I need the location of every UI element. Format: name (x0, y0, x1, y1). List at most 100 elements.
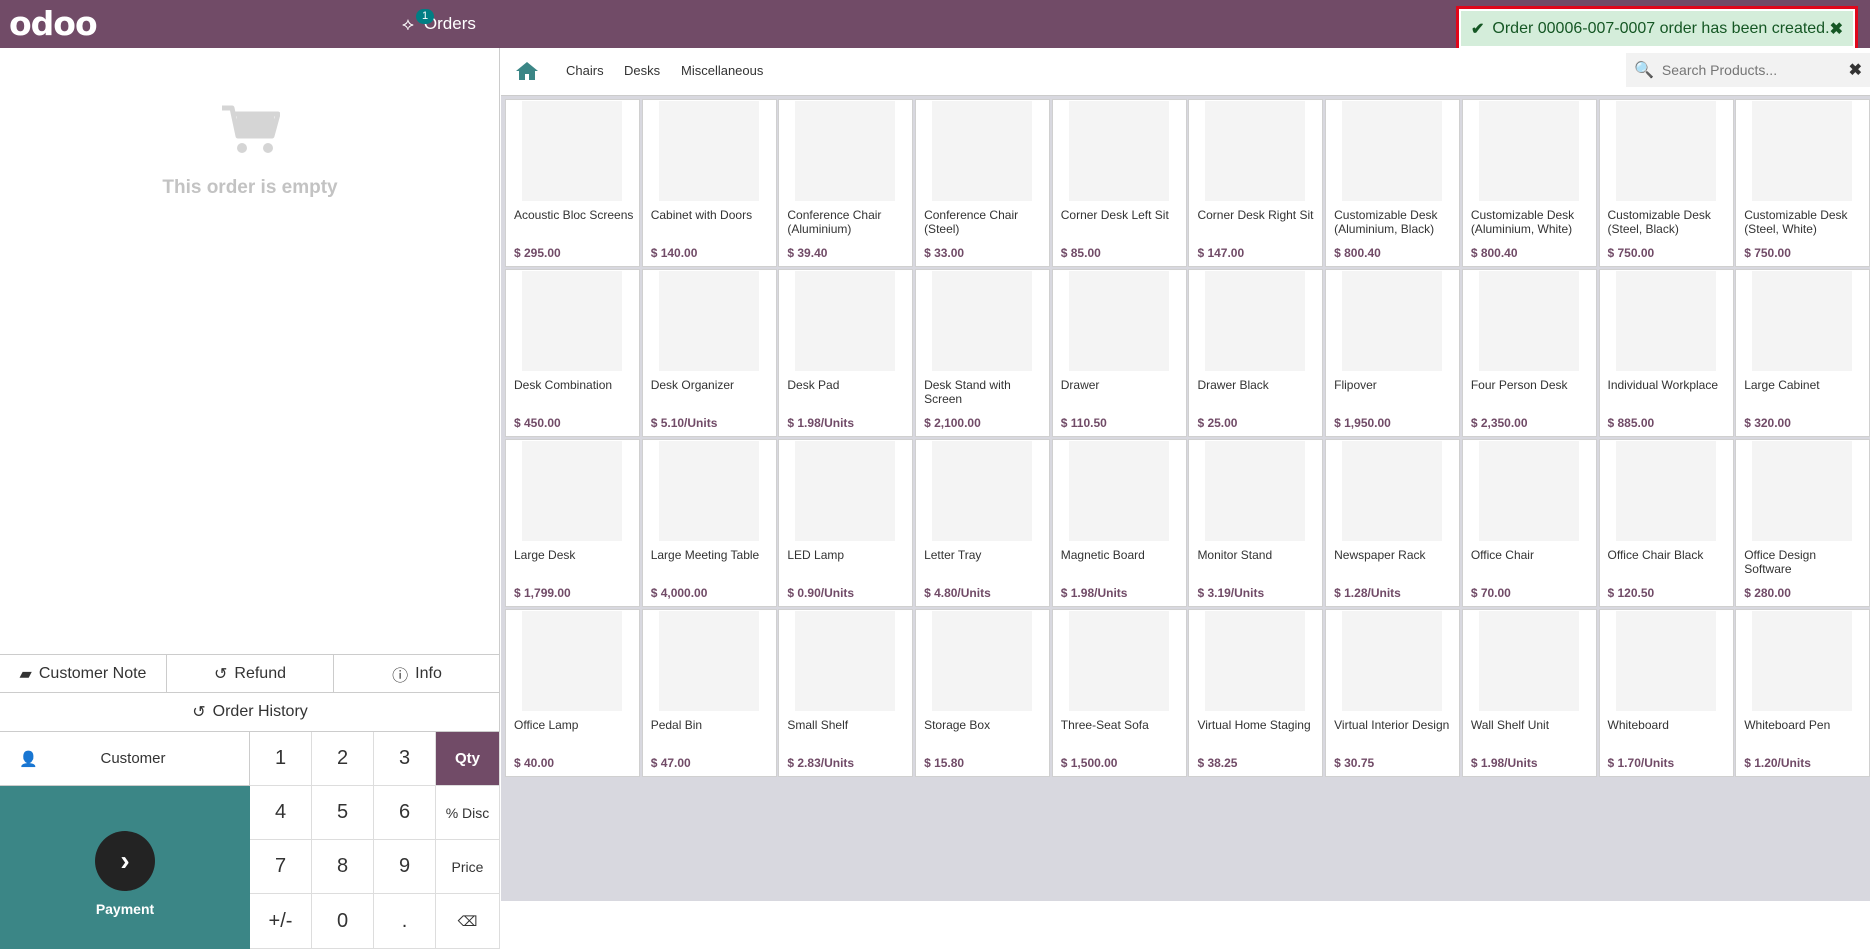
product-card[interactable]: Office Design Software $ 280.00 (1735, 439, 1870, 607)
product-price: $ 15.80 (924, 756, 965, 770)
product-card[interactable]: Flipover $ 1,950.00 (1325, 269, 1461, 437)
product-card[interactable]: Customizable Desk (Aluminium, White) $ 80… (1461, 99, 1597, 267)
info-button[interactable]: ⓘ Info (334, 655, 500, 692)
orders-button[interactable]: ⟡ 1 Orders (402, 8, 476, 40)
product-name: Magnetic Board (1060, 548, 1145, 562)
product-name: Virtual Home Staging (1197, 718, 1311, 732)
product-name: Desk Pad (787, 378, 840, 392)
numpad-key[interactable]: Qty (436, 732, 500, 786)
product-card[interactable]: Customizable Desk (Aluminium, Black) $ 80… (1325, 99, 1461, 267)
search-input[interactable] (1661, 62, 1822, 78)
product-card[interactable]: Desk Combination $ 450.00 (505, 269, 640, 437)
customer-note-button[interactable]: ▰ Customer Note (0, 655, 167, 692)
product-card[interactable]: Large Cabinet $ 320.00 (1735, 269, 1870, 437)
refund-button[interactable]: ↺ Refund (167, 655, 334, 692)
payment-label: Payment (95, 900, 155, 917)
numpad-area: 👤 Customer › Payment 1 2 3 Qty 4 5 6% Disc 7 8 9 P… (0, 732, 500, 949)
product-card[interactable]: Customizable Desk (Steel, White) $ 750.00 (1735, 99, 1870, 267)
product-card[interactable]: Office Chair $ 70.00 (1461, 439, 1597, 607)
numpad-key[interactable]: 6 (374, 786, 436, 840)
product-price: $ 1,500.00 (1060, 756, 1118, 770)
product-image (1752, 101, 1853, 201)
numpad-key[interactable]: 9 (374, 840, 436, 894)
odoo-logo[interactable]: odoo (9, 7, 98, 41)
product-image (932, 101, 1033, 201)
product-card[interactable]: Virtual Interior Design $ 30.75 (1325, 609, 1461, 777)
numpad-key[interactable]: 7 (250, 840, 312, 894)
numpad-key[interactable]: . (374, 894, 436, 949)
product-card[interactable]: Drawer $ 110.50 (1051, 269, 1187, 437)
product-card[interactable]: Pedal Bin $ 47.00 (641, 609, 777, 777)
numpad-key[interactable]: +/- (250, 894, 312, 949)
product-card[interactable]: Conference Chair (Aluminium) $ 39.40 (778, 99, 914, 267)
product-card[interactable]: Drawer Black $ 25.00 (1188, 269, 1324, 437)
product-image (1205, 101, 1306, 201)
product-card[interactable]: LED Lamp $ 0.90/Units (778, 439, 914, 607)
numpad-key[interactable]: 8 (312, 840, 374, 894)
product-card[interactable]: Desk Stand with Screen $ 2,100.00 (915, 269, 1051, 437)
clear-search-icon[interactable]: ✖ (1849, 60, 1862, 80)
numpad-key[interactable]: 2 (312, 732, 374, 786)
customer-note-label: Customer Note (38, 664, 147, 682)
product-card[interactable]: Individual Workplace $ 885.00 (1598, 269, 1734, 437)
payment-button[interactable]: › Payment (0, 786, 250, 949)
numpad-key[interactable]: % Disc (436, 786, 500, 840)
product-card[interactable]: Desk Organizer $ 5.10/Units (641, 269, 777, 437)
product-price: $ 38.25 (1197, 756, 1238, 770)
numpad: 1 2 3 Qty 4 5 6% Disc 7 8 9 Price +/- 0. ⌫ (250, 732, 500, 949)
product-card[interactable]: Letter Tray $ 4.80/Units (915, 439, 1051, 607)
numpad-key[interactable]: Price (436, 840, 500, 894)
numpad-key[interactable]: 5 (312, 786, 374, 840)
numpad-key[interactable]: 3 (374, 732, 436, 786)
product-card[interactable]: Newspaper Rack $ 1.28/Units (1325, 439, 1461, 607)
product-name: Customizable Desk (Aluminium, Black) (1334, 208, 1438, 236)
product-card[interactable]: Corner Desk Right Sit $ 147.00 (1188, 99, 1324, 267)
product-card[interactable]: Whiteboard Pen $ 1.20/Units (1735, 609, 1870, 777)
product-card[interactable]: Large Desk $ 1,799.00 (505, 439, 640, 607)
product-card[interactable]: Large Meeting Table $ 4,000.00 (641, 439, 777, 607)
product-card[interactable]: Office Chair Black $ 120.50 (1598, 439, 1734, 607)
product-price: $ 140.00 (650, 246, 698, 260)
order-history-button[interactable]: ↺ Order History (0, 693, 500, 732)
product-card[interactable]: Office Lamp $ 40.00 (505, 609, 640, 777)
product-name: Office Lamp (514, 718, 579, 732)
search-icon: 🔍 (1634, 62, 1654, 79)
product-card[interactable]: Customizable Desk (Steel, Black) $ 750.00 (1598, 99, 1734, 267)
products-panel: Chairs Desks Miscellaneous 🔍 ✖ Acoustic … (501, 48, 1870, 901)
product-card[interactable]: Conference Chair (Steel) $ 33.00 (915, 99, 1051, 267)
product-name: Desk Combination (514, 378, 613, 392)
customer-button[interactable]: 👤 Customer (0, 732, 250, 786)
product-card[interactable]: Small Shelf $ 2.83/Units (778, 609, 914, 777)
home-icon[interactable] (515, 61, 539, 81)
product-card[interactable]: Whiteboard $ 1.70/Units (1598, 609, 1734, 777)
product-card[interactable]: Three-Seat Sofa $ 1,500.00 (1051, 609, 1187, 777)
product-card[interactable]: Virtual Home Staging $ 38.25 (1188, 609, 1324, 777)
category-chairs[interactable]: Chairs (566, 63, 604, 78)
product-price: $ 1.70/Units (1607, 756, 1675, 770)
product-image (1342, 101, 1443, 201)
numpad-key[interactable]: 0 (312, 894, 374, 949)
product-image (658, 611, 759, 711)
numpad-key[interactable]: ⌫ (436, 894, 500, 949)
product-card[interactable]: Monitor Stand $ 3.19/Units (1188, 439, 1324, 607)
user-icon: 👤 (19, 750, 38, 768)
category-miscellaneous[interactable]: Miscellaneous (681, 63, 763, 78)
product-name: Large Meeting Table (650, 548, 760, 562)
product-price: $ 5.10/Units (650, 416, 718, 430)
numpad-key[interactable]: 4 (250, 786, 312, 840)
product-image (658, 271, 759, 371)
product-card[interactable]: Magnetic Board $ 1.98/Units (1051, 439, 1187, 607)
product-name: Drawer Black (1197, 378, 1269, 392)
product-card[interactable]: Wall Shelf Unit $ 1.98/Units (1461, 609, 1597, 777)
product-image (932, 611, 1033, 711)
product-card[interactable]: Desk Pad $ 1.98/Units (778, 269, 914, 437)
category-desks[interactable]: Desks (624, 63, 660, 78)
product-card[interactable]: Cabinet with Doors $ 140.00 (641, 99, 777, 267)
product-card[interactable]: Acoustic Bloc Screens $ 295.00 (505, 99, 640, 267)
numpad-key[interactable]: 1 (250, 732, 312, 786)
product-card[interactable]: Four Person Desk $ 2,350.00 (1461, 269, 1597, 437)
product-name: Conference Chair (Steel) (924, 208, 1019, 236)
product-card[interactable]: Corner Desk Left Sit $ 85.00 (1051, 99, 1187, 267)
close-toast-icon[interactable]: ✖ (1830, 19, 1843, 39)
product-card[interactable]: Storage Box $ 15.80 (915, 609, 1051, 777)
